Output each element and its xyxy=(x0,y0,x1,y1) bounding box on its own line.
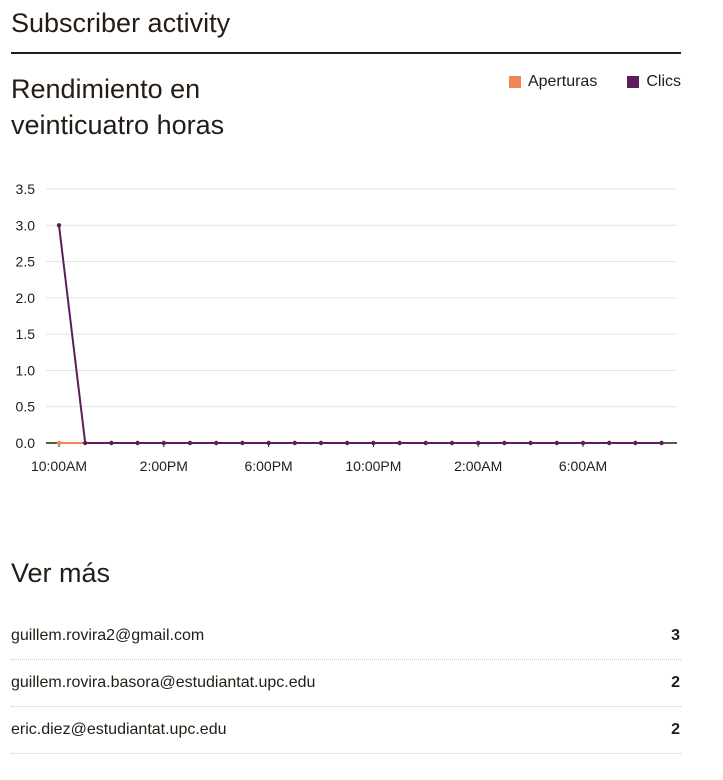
legend-item-clics[interactable]: Clics xyxy=(627,73,681,91)
x-tick-label: 2:00AM xyxy=(454,458,502,474)
data-point-clics xyxy=(318,440,324,446)
data-point-clics xyxy=(397,440,402,446)
subscriber-count: 2 xyxy=(671,674,680,691)
data-point-clics xyxy=(56,223,62,228)
data-point-clics xyxy=(476,440,481,446)
title-divider xyxy=(11,52,681,54)
list-item[interactable]: guillem.rovira.basora@estudiantat.upc.ed… xyxy=(11,660,681,707)
subscriber-email[interactable]: guillem.rovira.basora@estudiantat.upc.ed… xyxy=(11,674,315,692)
legend-swatch-clics xyxy=(627,76,640,88)
data-point-clics xyxy=(161,440,166,446)
data-point-clics xyxy=(109,440,114,446)
data-point-clics xyxy=(266,440,271,446)
legend-swatch-aperturas xyxy=(508,76,521,88)
subscriber-list: guillem.rovira2@gmail.com 3 guillem.rovi… xyxy=(11,613,681,754)
x-tick-label: 6:00PM xyxy=(244,458,292,474)
y-tick-label: 1.5 xyxy=(16,326,36,342)
data-point-clics xyxy=(345,440,350,446)
legend-label-aperturas: Aperturas xyxy=(527,73,598,90)
x-tick-label: 6:00AM xyxy=(559,458,607,474)
subscriber-count: 2 xyxy=(671,721,680,738)
y-tick-label: 3.0 xyxy=(16,217,36,233)
data-point-clics xyxy=(528,440,533,446)
data-point-clics xyxy=(423,440,428,446)
data-point-clics xyxy=(135,440,140,446)
legend-label-clics: Clics xyxy=(646,73,681,90)
line-chart: 0.0 0.5 1.0 1.5 2.0 2.5 3.0 3.5 10:00AM 2:00PM 6:… xyxy=(16,181,677,474)
subscriber-email[interactable]: guillem.rovira2@gmail.com xyxy=(11,627,204,645)
y-axis-ticks: 0.0 0.5 1.0 1.5 2.0 2.5 3.0 3.5 xyxy=(16,181,36,451)
x-axis-ticks: 10:00AM 2:00PM 6:00PM 10:00PM 2:00AM 6:00AM xyxy=(31,443,607,474)
ver-mas-title: Ver más xyxy=(11,558,111,588)
chart-legend: Aperturas Clics xyxy=(479,73,681,91)
data-point-clics xyxy=(240,440,245,446)
x-tick-label: 10:00AM xyxy=(31,458,87,474)
subscriber-email[interactable]: eric.diez@estudiantat.upc.edu xyxy=(11,721,226,739)
page-title: Subscriber activity xyxy=(11,8,231,38)
list-item[interactable]: guillem.rovira2@gmail.com 3 xyxy=(11,613,681,660)
y-tick-label: 2.5 xyxy=(16,254,36,270)
y-tick-label: 0.5 xyxy=(16,399,36,415)
data-point-clics xyxy=(292,440,297,446)
x-tick-label: 10:00PM xyxy=(345,458,401,474)
y-tick-label: 1.0 xyxy=(16,362,36,378)
y-tick-label: 3.5 xyxy=(16,181,36,197)
data-point-clics xyxy=(371,440,376,446)
data-point-aperturas xyxy=(56,440,62,446)
data-point-clics xyxy=(187,440,193,446)
legend-item-aperturas[interactable]: Aperturas xyxy=(508,73,598,91)
grid-lines xyxy=(46,188,677,444)
data-point-clics xyxy=(633,440,638,446)
chart-title: Rendimiento en veinticuatro horas xyxy=(11,74,225,140)
data-point-clics xyxy=(502,440,507,446)
x-tick-label: 2:00PM xyxy=(140,458,188,474)
data-point-clics xyxy=(580,440,586,446)
y-tick-label: 2.0 xyxy=(16,290,36,306)
data-point-clics xyxy=(83,440,88,446)
y-tick-label: 0.0 xyxy=(16,435,36,451)
data-point-clics xyxy=(607,440,612,446)
data-point-clics xyxy=(554,440,559,446)
data-point-clics xyxy=(659,440,664,446)
list-item[interactable]: eric.diez@estudiantat.upc.edu 2 xyxy=(11,707,681,754)
subscriber-count: 3 xyxy=(671,627,680,644)
data-point-clics xyxy=(449,440,455,446)
data-point-clics xyxy=(214,440,219,446)
